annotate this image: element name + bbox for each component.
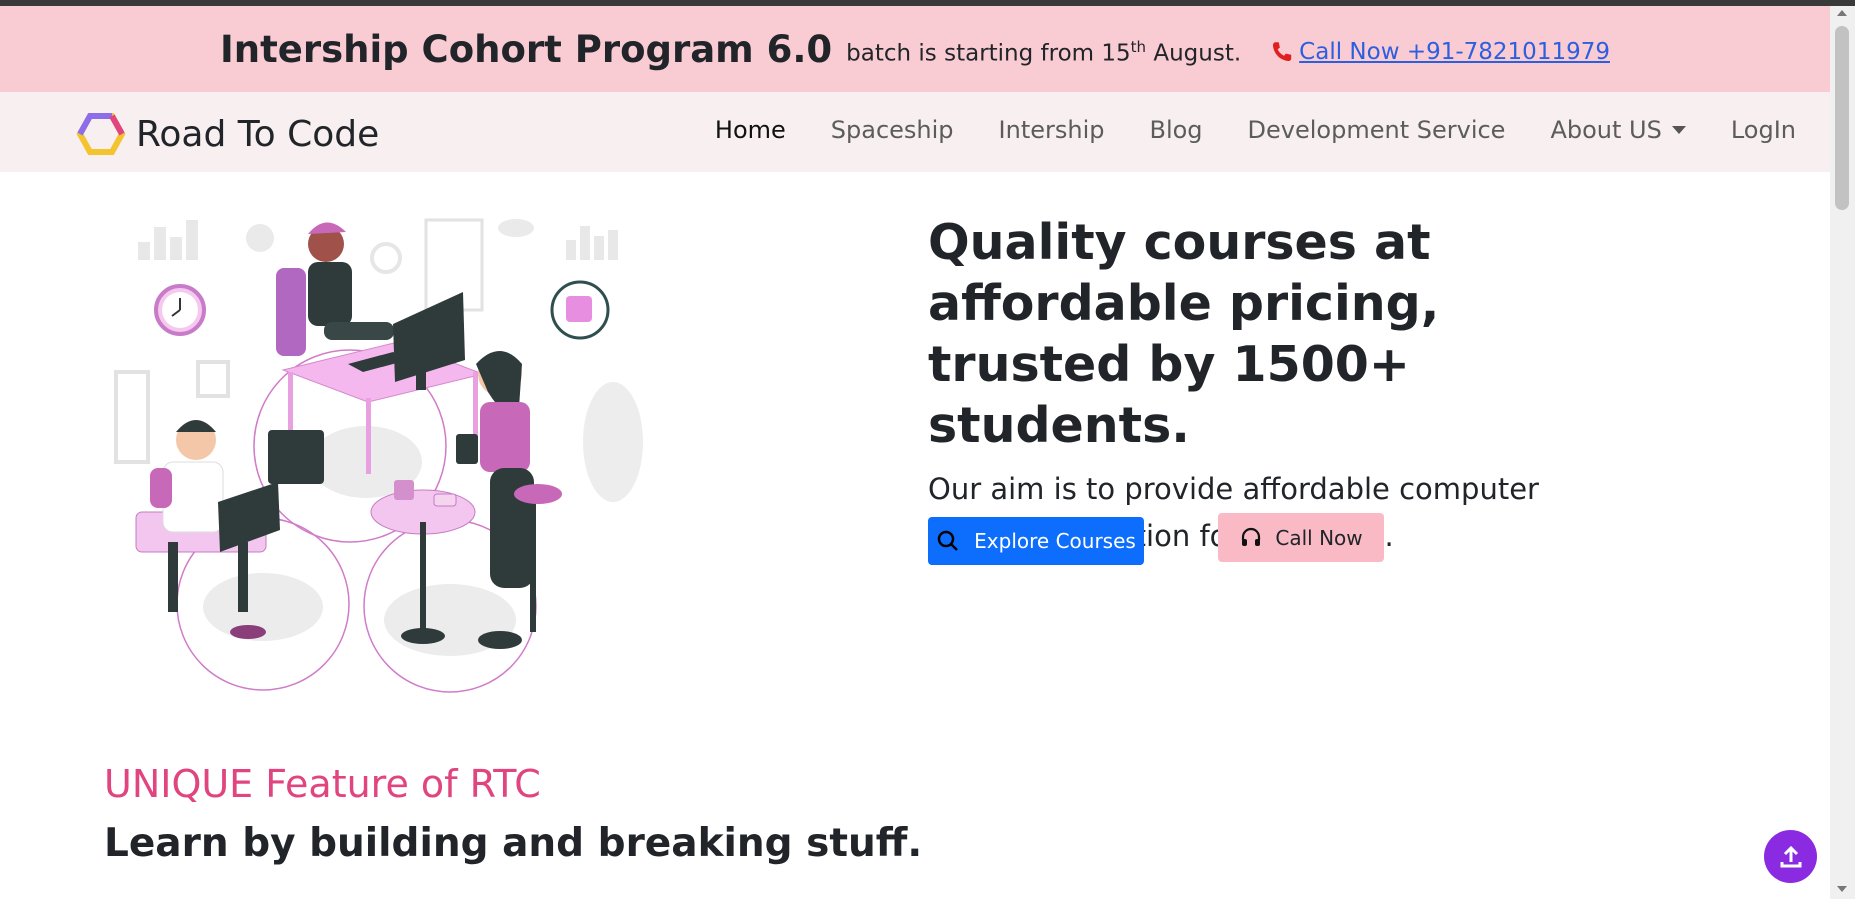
- caret-down-icon: [1671, 126, 1686, 134]
- nav-item-blog[interactable]: Blog: [1149, 116, 1202, 144]
- announcement-title: Intership Cohort Program 6.0: [220, 27, 833, 71]
- nav-item-spaceship[interactable]: Spaceship: [831, 116, 954, 144]
- wall-frame: [196, 360, 230, 398]
- nav-item-label: Blog: [1149, 116, 1203, 144]
- features-label: UNIQUE Feature of RTC: [104, 762, 541, 806]
- scroll-up-arrow-icon[interactable]: [1837, 10, 1847, 16]
- scrollbar-thumb[interactable]: [1835, 26, 1849, 210]
- bar-chart-icon: [566, 226, 618, 260]
- gear-icon: [370, 242, 402, 274]
- call-now-button[interactable]: Call Now: [1218, 513, 1384, 562]
- scroll-to-top-button[interactable]: [1764, 830, 1817, 883]
- nav-item-label: About US: [1550, 116, 1662, 144]
- plant: [583, 382, 643, 502]
- nav-item-label: Home: [714, 116, 786, 144]
- call-now-label: Call Now: [1275, 525, 1363, 550]
- explore-courses-button[interactable]: Explore Courses: [928, 517, 1144, 565]
- brand-link[interactable]: Road To Code: [76, 112, 379, 156]
- nav-item-label: LogIn: [1730, 116, 1796, 144]
- hero-text: Quality courses at affordable pricing, t…: [928, 212, 1648, 560]
- clock-icon: [154, 284, 206, 336]
- navbar: Road To Code Home Spaceship Intership Bl…: [0, 92, 1830, 172]
- nav-item-home[interactable]: Home: [715, 116, 786, 144]
- bar-chart-icon: [138, 220, 198, 260]
- nav-item-label: Development Service: [1247, 116, 1506, 144]
- cloud-icon: [498, 219, 534, 237]
- nav-item-about-us[interactable]: About US: [1550, 116, 1686, 144]
- announcement-call-label: Call Now +91-7821011979: [1299, 39, 1610, 65]
- search-icon: [937, 530, 959, 551]
- explore-courses-label: Explore Courses: [974, 529, 1136, 553]
- lightbulb-icon: [246, 224, 274, 252]
- hero-title: Quality courses at affordable pricing, t…: [928, 214, 1440, 454]
- wall-frame: [114, 370, 150, 464]
- nav-item-label: Spaceship: [830, 116, 954, 144]
- hero-illustration: [114, 218, 643, 693]
- nav-item-development-service[interactable]: Development Service: [1248, 116, 1506, 144]
- scroll-down-arrow-icon[interactable]: [1837, 886, 1847, 892]
- announcement-call-link[interactable]: Call Now +91-7821011979: [1269, 39, 1610, 65]
- announcement-text: batch is starting from 15th August.: [846, 37, 1242, 67]
- puzzle-bubble-icon: [550, 280, 610, 340]
- nav-item-label: Intership: [998, 116, 1105, 144]
- phone-icon: [1273, 42, 1292, 62]
- hexagon-logo-icon: [76, 113, 126, 155]
- announcement-bar: Intership Cohort Program 6.0 batch is st…: [0, 6, 1830, 92]
- nav-item-intership[interactable]: Intership: [999, 116, 1105, 144]
- nav-item-login[interactable]: LogIn: [1731, 116, 1796, 144]
- nav-links: Home Spaceship Intership Blog Developmen…: [715, 116, 1796, 144]
- features-title: Learn by building and breaking stuff.: [104, 821, 923, 866]
- briefcase: [268, 430, 324, 484]
- upload-arrow-icon: [1780, 845, 1801, 867]
- headset-icon: [1242, 527, 1261, 546]
- brand-name: Road To Code: [136, 113, 380, 155]
- woman-at-desk: [276, 222, 394, 356]
